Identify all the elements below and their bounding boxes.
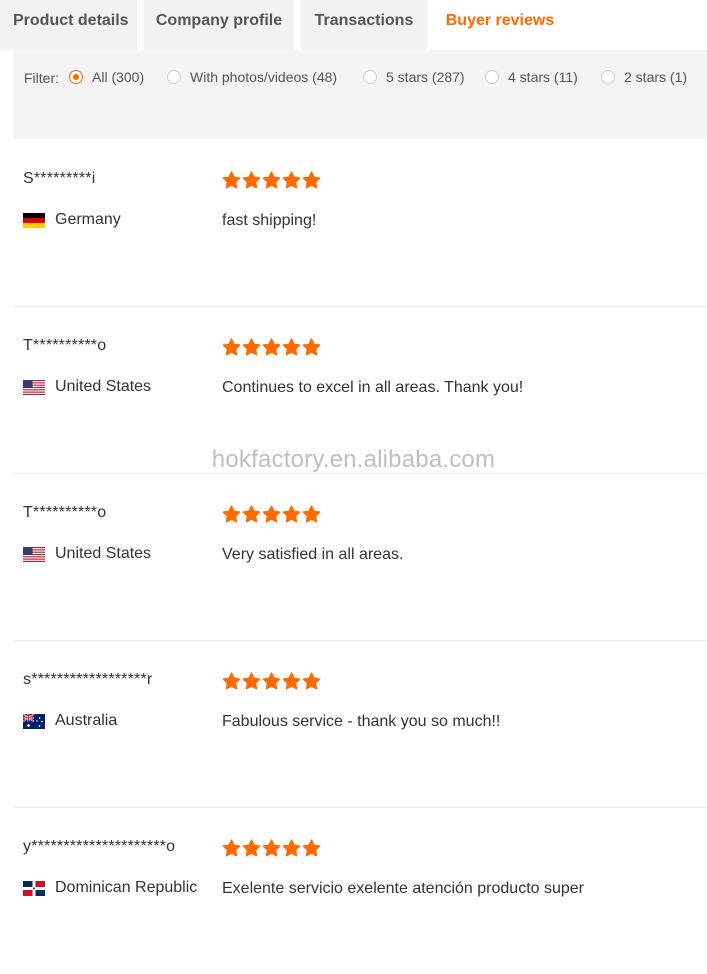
review-comment: fast shipping! (222, 212, 317, 229)
buyer-name: T**********o (23, 504, 107, 521)
star-icon (222, 338, 241, 356)
star-icon (262, 171, 281, 189)
star-rating (222, 338, 321, 357)
star-icon (242, 338, 261, 356)
filter-option-5-stars[interactable]: 5 stars (287) (363, 69, 465, 85)
filter-option-label: 5 stars (287) (386, 69, 465, 85)
country-name: United States (55, 545, 152, 562)
tab-company-profile[interactable]: Company profile (144, 0, 294, 50)
filter-option-photos-videos[interactable]: With photos/videos (48) (167, 69, 337, 85)
review-item: T**********o United States Very satisfied … (13, 473, 707, 641)
review-item: s******************r Australia Fabulous se… (13, 640, 707, 808)
buyer-name: y*********************o (23, 838, 176, 855)
star-rating (222, 171, 321, 190)
buyer-country: Australia (23, 712, 117, 730)
star-icon (282, 171, 301, 189)
country-name: United States (55, 378, 152, 395)
star-icon (262, 672, 281, 690)
us-flag-icon (23, 546, 45, 562)
tab-transactions[interactable]: Transactions (301, 0, 427, 50)
star-icon (222, 171, 241, 189)
buyer-name: T**********o (23, 337, 107, 354)
review-item: S*********i Germany fast shipping! (13, 139, 707, 307)
review-comment: Very satisfied in all areas. (222, 546, 404, 563)
review-comment: Fabulous service - thank you so much!! (222, 713, 501, 730)
star-icon (302, 839, 321, 857)
star-icon (282, 672, 301, 690)
star-icon (282, 839, 301, 857)
star-icon (242, 839, 261, 857)
star-rating (222, 505, 321, 524)
star-icon (222, 505, 241, 523)
country-name: Australia (55, 712, 118, 729)
buyer-country: United States (23, 545, 151, 563)
star-icon (242, 171, 261, 189)
star-icon (302, 338, 321, 356)
buyer-country: Dominican Republic (23, 879, 197, 897)
filter-option-label: 2 stars (1) (624, 69, 688, 85)
country-name: Dominican Republic (55, 879, 198, 896)
star-icon (222, 839, 241, 857)
review-item: y*********************o Dominican Republi… (13, 807, 707, 974)
review-comment: Continues to excel in all areas. Thank y… (222, 379, 524, 396)
star-rating (222, 839, 321, 858)
star-icon (242, 505, 261, 523)
filter-option-label: All (300) (92, 69, 145, 85)
radio-button[interactable] (601, 70, 615, 84)
radio-button[interactable] (363, 70, 377, 84)
star-icon (222, 672, 241, 690)
review-comment: Exelente servicio exelente atención prod… (222, 880, 584, 897)
radio-button[interactable] (167, 70, 181, 84)
tab-product-details[interactable]: Product details (0, 0, 137, 50)
do-flag-icon (23, 880, 45, 896)
star-icon (242, 672, 261, 690)
watermark: hokfactory.en.alibaba.com (211, 446, 496, 473)
star-icon (302, 672, 321, 690)
country-name: Germany (55, 211, 121, 228)
filter-label: Filter: (24, 70, 59, 86)
star-icon (262, 505, 281, 523)
star-icon (262, 839, 281, 857)
buyer-country: United States (23, 378, 151, 396)
buyer-name: s******************r (23, 671, 153, 688)
radio-button[interactable] (69, 70, 83, 84)
filter-option-label: 4 stars (11) (508, 69, 578, 85)
us-flag-icon (23, 379, 45, 395)
star-icon (262, 338, 281, 356)
radio-button[interactable] (485, 70, 499, 84)
filter-option-4-stars[interactable]: 4 stars (11) (485, 69, 578, 85)
filter-option-all[interactable]: All (300) (69, 69, 144, 85)
filter-option-label: With photos/videos (48) (190, 69, 338, 85)
buyer-country: Germany (23, 211, 121, 229)
au-flag-icon (23, 713, 45, 729)
star-icon (302, 171, 321, 189)
de-flag-icon (23, 212, 45, 228)
star-icon (282, 338, 301, 356)
buyer-name: S*********i (23, 170, 96, 187)
tab-buyer-reviews[interactable]: Buyer reviews (434, 0, 566, 50)
tab-bar: Product details Company profile Transact… (0, 0, 707, 50)
filter-bar: Filter: All (300) With photos/videos (48… (13, 50, 707, 139)
filter-option-2-stars[interactable]: 2 stars (1) (601, 69, 687, 85)
star-icon (282, 505, 301, 523)
star-rating (222, 672, 321, 691)
star-icon (302, 505, 321, 523)
